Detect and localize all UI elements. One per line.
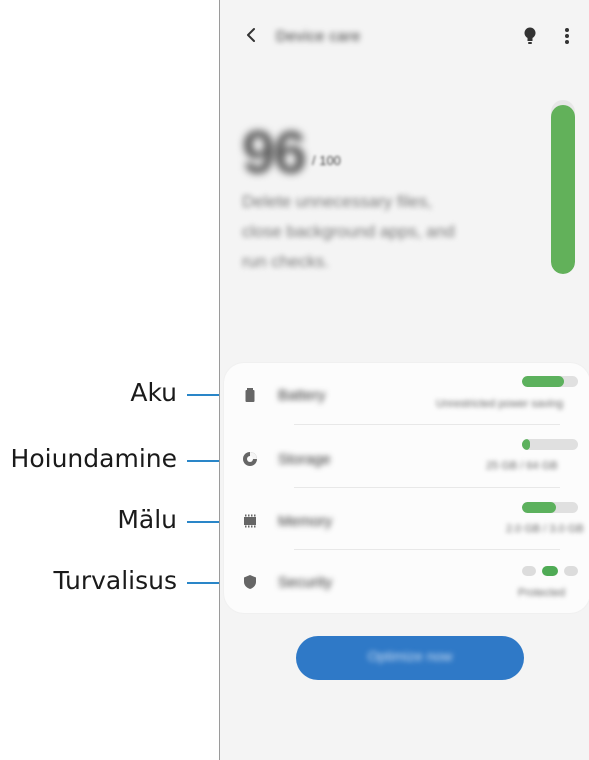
optimize-now-label: Optimize now (367, 648, 453, 664)
security-dot (522, 566, 536, 576)
page-title: Device care (276, 28, 361, 45)
divider (294, 424, 560, 425)
storage-value: 25 GB / 64 GB (486, 460, 558, 472)
divider (294, 487, 560, 488)
back-arrow-icon[interactable] (242, 24, 260, 46)
battery-value: Unrestricted power saving (436, 398, 564, 410)
divider (294, 549, 560, 550)
memory-label: Memory (278, 513, 333, 530)
battery-bar (522, 376, 578, 387)
lightbulb-icon[interactable] (523, 25, 537, 47)
security-dot (564, 566, 578, 576)
callout-storage-label: Hoiundamine (10, 444, 177, 473)
callout-battery-label: Aku (130, 378, 177, 407)
device-care-screen: Device care 96 / 100 Delete unnecessary … (219, 0, 589, 760)
more-options-icon[interactable] (563, 25, 571, 47)
optimize-now-button[interactable]: Optimize now (296, 636, 524, 680)
description-line-2: close background apps, and (242, 222, 455, 241)
memory-bar (522, 502, 578, 513)
callout-memory-label: Mälu (117, 505, 177, 534)
status-card: Battery Unrestricted power saving Storag… (224, 363, 589, 613)
battery-label: Battery (278, 387, 326, 404)
security-dot-active (542, 566, 558, 576)
security-value: Protected (518, 587, 566, 599)
storage-bar-fill (522, 439, 531, 450)
description-line-1: Delete unnecessary files, (242, 192, 432, 211)
score-gauge-fill (551, 105, 575, 274)
care-score: 96 (242, 119, 307, 186)
shield-icon (244, 575, 256, 589)
memory-icon (244, 514, 256, 528)
security-label: Security (278, 574, 333, 591)
description-line-3: run checks. (242, 252, 329, 271)
storage-bar (522, 439, 578, 450)
memory-value: 2.0 GB / 3.0 GB (506, 523, 584, 535)
care-score-unit: / 100 (312, 153, 341, 168)
storage-label: Storage (278, 451, 331, 468)
battery-bar-fill (522, 376, 564, 387)
score-gauge (551, 100, 575, 274)
battery-icon (245, 388, 255, 402)
top-app-bar: Device care (220, 0, 589, 70)
storage-icon (243, 452, 257, 466)
callout-security-label: Turvalisus (53, 566, 178, 595)
memory-bar-fill (522, 502, 556, 513)
